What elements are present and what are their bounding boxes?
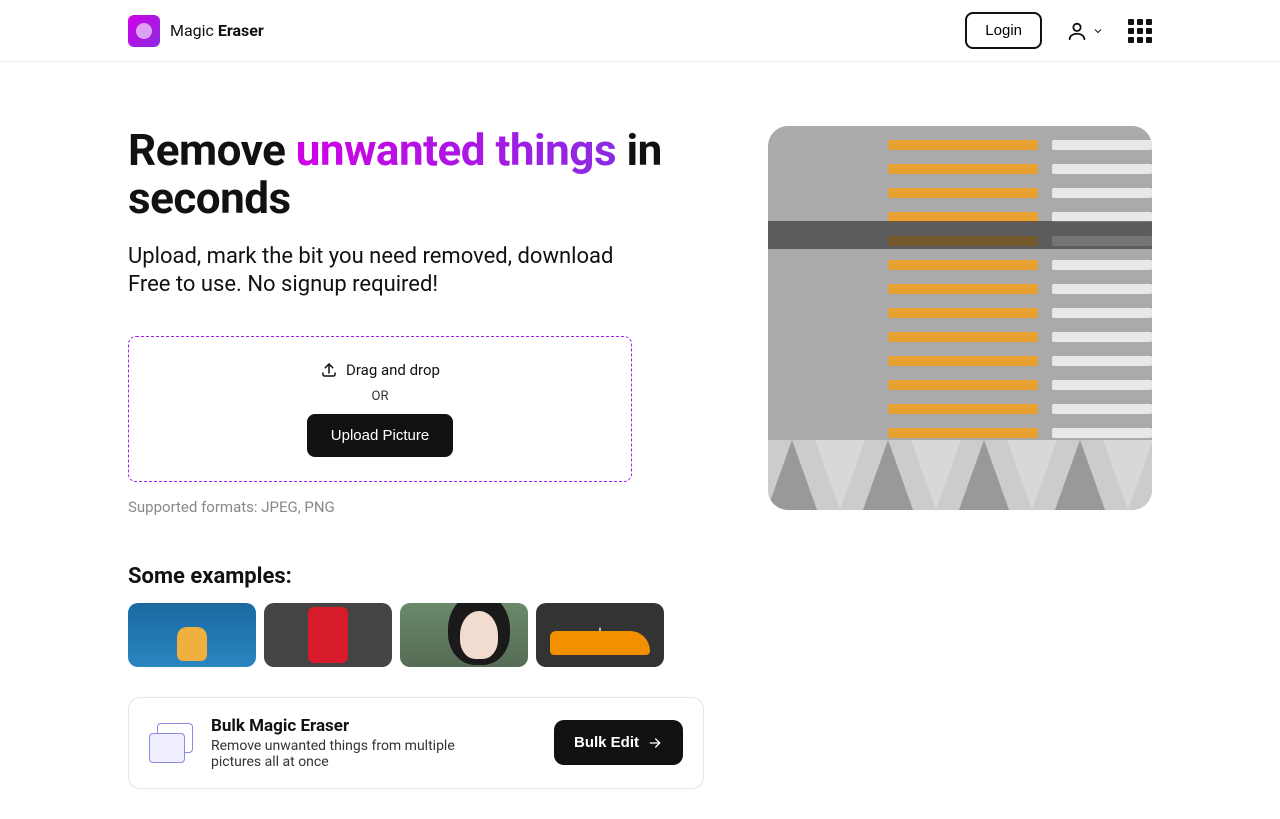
- drag-and-drop-row: Drag and drop: [320, 361, 440, 379]
- main-content: Remove unwanted things in seconds Upload…: [0, 62, 1280, 819]
- heading-before: Remove: [128, 124, 296, 176]
- arrow-right-icon: [647, 735, 663, 751]
- apps-menu-icon[interactable]: [1128, 19, 1152, 43]
- logo-icon: [128, 15, 160, 47]
- user-icon: [1066, 20, 1088, 42]
- upload-dropzone[interactable]: Drag and drop OR Upload Picture: [128, 336, 632, 482]
- bulk-title: Bulk Magic Eraser: [211, 716, 536, 736]
- logo-text-prefix: Magic: [170, 21, 218, 40]
- bulk-eraser-card: Bulk Magic Eraser Remove unwanted things…: [128, 697, 704, 789]
- example-thumb-dog[interactable]: [128, 603, 256, 667]
- logo-text-bold: Eraser: [218, 21, 264, 40]
- supported-formats: Supported formats: JPEG, PNG: [128, 498, 704, 516]
- plus-icon: [317, 624, 339, 646]
- subtitle: Upload, mark the bit you need removed, d…: [128, 243, 704, 300]
- header-right: Login: [965, 12, 1152, 49]
- right-column: [768, 126, 1152, 789]
- bulk-description: Remove unwanted things from multiple pic…: [211, 738, 491, 770]
- bulk-text: Bulk Magic Eraser Remove unwanted things…: [211, 716, 536, 770]
- logo[interactable]: Magic Eraser: [128, 15, 264, 47]
- plus-icon: [453, 624, 475, 646]
- bulk-edit-label: Bulk Edit: [574, 734, 639, 751]
- login-button[interactable]: Login: [965, 12, 1042, 49]
- subtitle-line2: Free to use. No signup required!: [128, 271, 704, 300]
- drag-label: Drag and drop: [346, 361, 440, 379]
- examples-heading: Some examples:: [128, 564, 704, 589]
- heading-highlight: unwanted things: [296, 124, 616, 176]
- example-thumb-can[interactable]: [264, 603, 392, 667]
- chevron-down-icon: [1092, 25, 1104, 37]
- user-menu[interactable]: [1066, 20, 1104, 42]
- bulk-images-icon: [149, 723, 193, 763]
- plus-icon: [181, 624, 203, 646]
- left-column: Remove unwanted things in seconds Upload…: [128, 126, 704, 789]
- page-title: Remove unwanted things in seconds: [128, 126, 704, 223]
- example-thumbnails: [128, 603, 704, 667]
- plus-icon: [589, 624, 611, 646]
- example-thumb-person[interactable]: [400, 603, 528, 667]
- upload-picture-button[interactable]: Upload Picture: [307, 414, 453, 457]
- example-thumb-car[interactable]: [536, 603, 664, 667]
- subtitle-line1: Upload, mark the bit you need removed, d…: [128, 243, 704, 272]
- upload-icon: [320, 361, 338, 379]
- or-label: OR: [372, 389, 389, 404]
- header: Magic Eraser Login: [0, 0, 1280, 62]
- bulk-edit-button[interactable]: Bulk Edit: [554, 720, 683, 765]
- logo-text: Magic Eraser: [170, 21, 264, 40]
- hero-demo-image: [768, 126, 1152, 510]
